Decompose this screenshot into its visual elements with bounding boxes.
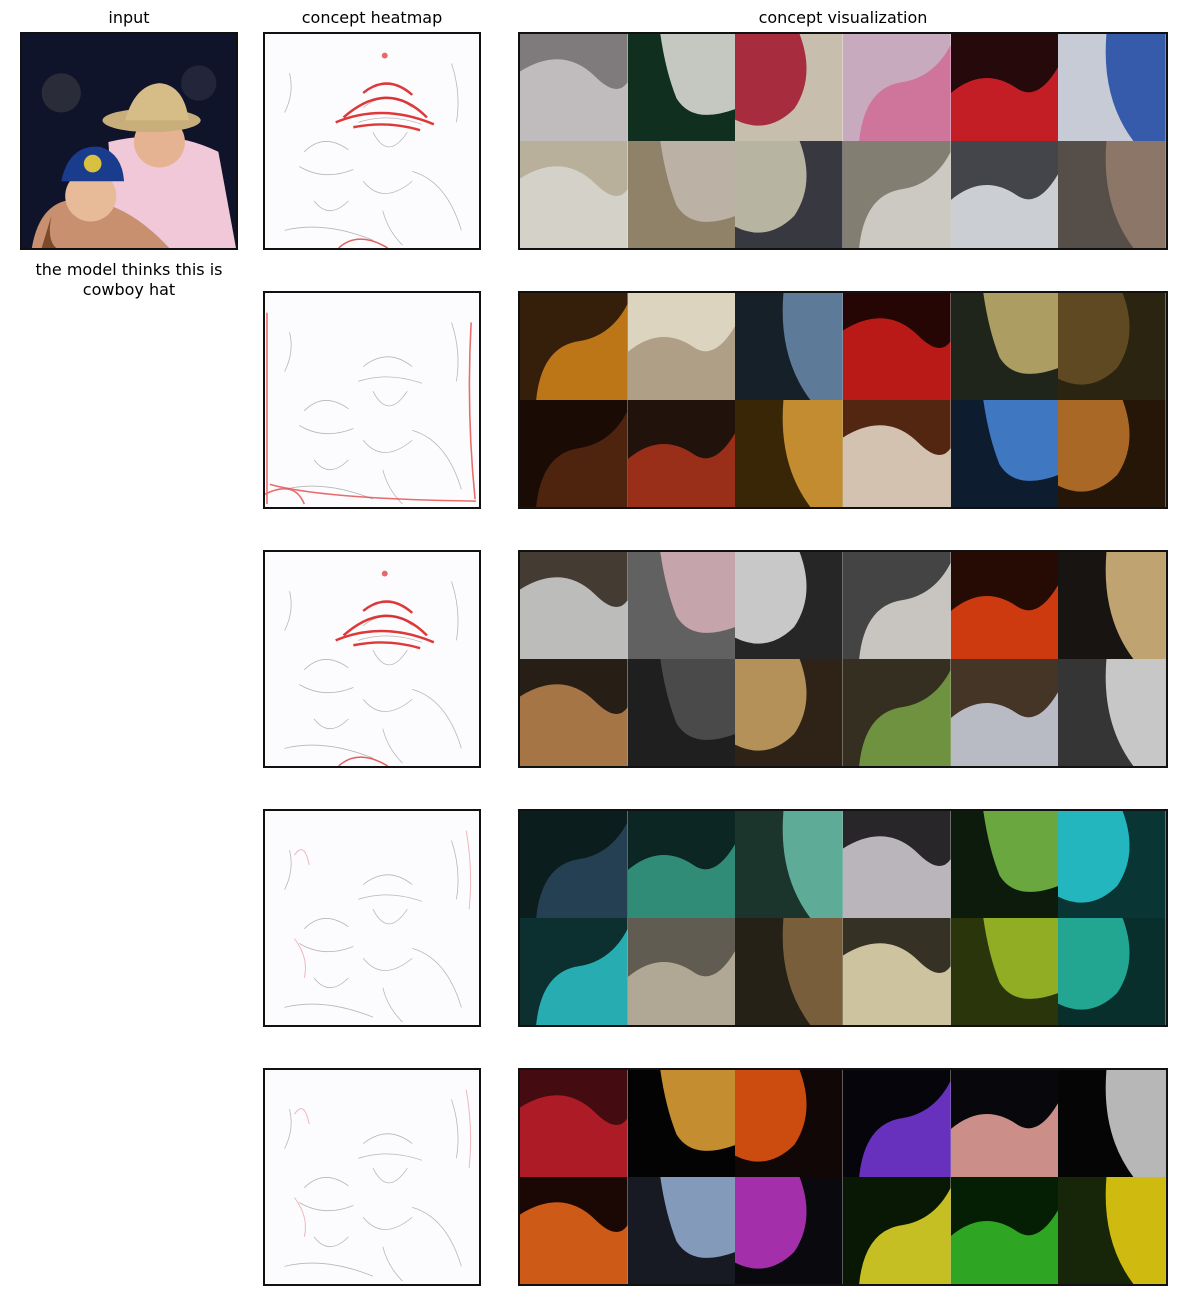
- concept-patch: [1058, 918, 1166, 1025]
- concept-patch: [1058, 400, 1166, 507]
- concept-patch: [1058, 811, 1166, 918]
- concept-patch: [735, 659, 843, 766]
- concept-patch: [950, 400, 1059, 507]
- header-input: input: [108, 8, 150, 27]
- header-concept-heatmap: concept heatmap: [301, 8, 443, 27]
- heatmap-row-1: [263, 32, 481, 250]
- concept-patch: [950, 34, 1059, 141]
- concept-patch: [1058, 659, 1166, 766]
- concept-patch: [842, 400, 951, 507]
- visualization-row-3: [518, 550, 1168, 768]
- concept-patch: [627, 811, 736, 918]
- concept-patch: [520, 34, 628, 141]
- concept-patch: [735, 552, 843, 659]
- concept-patch: [842, 141, 951, 248]
- concept-patch: [735, 811, 843, 918]
- concept-patch: [627, 1070, 736, 1177]
- concept-patch: [520, 1070, 628, 1177]
- concept-patch: [950, 1070, 1059, 1177]
- concept-patch: [842, 1177, 951, 1284]
- concept-patch: [627, 400, 736, 507]
- heatmap-row-4: [263, 809, 481, 1027]
- concept-patch: [842, 918, 951, 1025]
- concept-patch: [1058, 141, 1166, 248]
- concept-patch: [520, 141, 628, 248]
- heatmap-image: [265, 1070, 479, 1284]
- concept-patch: [627, 918, 736, 1025]
- concept-patch: [950, 293, 1059, 400]
- concept-patch: [950, 811, 1059, 918]
- concept-patch: [520, 400, 628, 507]
- concept-patch: [1058, 552, 1166, 659]
- concept-patch: [627, 552, 736, 659]
- concept-patch: [950, 918, 1059, 1025]
- input-image: [20, 32, 238, 250]
- concept-patch: [735, 1177, 843, 1284]
- concept-patch: [842, 293, 951, 400]
- concept-patch: [842, 811, 951, 918]
- concept-patch: [520, 293, 628, 400]
- prediction-caption: the model thinks this is cowboy hat: [35, 260, 223, 299]
- concept-patch: [520, 811, 628, 918]
- concept-patch: [950, 1177, 1059, 1284]
- concept-patch: [735, 141, 843, 248]
- concept-patch: [1058, 34, 1166, 141]
- concept-patch: [950, 552, 1059, 659]
- concept-patch: [950, 659, 1059, 766]
- concept-patch: [1058, 1070, 1166, 1177]
- heatmap-image: [265, 552, 479, 766]
- concept-patch: [735, 1070, 843, 1177]
- heatmap-image: [265, 293, 479, 507]
- concept-patch: [1058, 293, 1166, 400]
- concept-patch: [735, 918, 843, 1025]
- heatmap-image: [265, 811, 479, 1025]
- heatmap-image: [265, 34, 479, 248]
- concept-patch: [842, 552, 951, 659]
- concept-patch: [842, 659, 951, 766]
- concept-patch: [520, 1177, 628, 1284]
- visualization-row-1: [518, 32, 1168, 250]
- concept-patch: [735, 400, 843, 507]
- concept-patch: [627, 1177, 736, 1284]
- concept-patch: [842, 1070, 951, 1177]
- concept-patch: [1058, 1177, 1166, 1284]
- concept-patch: [627, 34, 736, 141]
- header-concept-visualization: concept visualization: [758, 8, 928, 27]
- concept-patch: [735, 293, 843, 400]
- visualization-row-5: [518, 1068, 1168, 1286]
- concept-patch: [520, 552, 628, 659]
- heatmap-row-5: [263, 1068, 481, 1286]
- concept-patch: [950, 141, 1059, 248]
- input-photo-figure: [22, 34, 236, 248]
- concept-patch: [520, 918, 628, 1025]
- concept-patch: [627, 659, 736, 766]
- concept-patch: [627, 141, 736, 248]
- heatmap-row-3: [263, 550, 481, 768]
- heatmap-row-2: [263, 291, 481, 509]
- concept-patch: [842, 34, 951, 141]
- concept-patch: [735, 34, 843, 141]
- concept-patch: [520, 659, 628, 766]
- visualization-row-4: [518, 809, 1168, 1027]
- visualization-row-2: [518, 291, 1168, 509]
- concept-patch: [627, 293, 736, 400]
